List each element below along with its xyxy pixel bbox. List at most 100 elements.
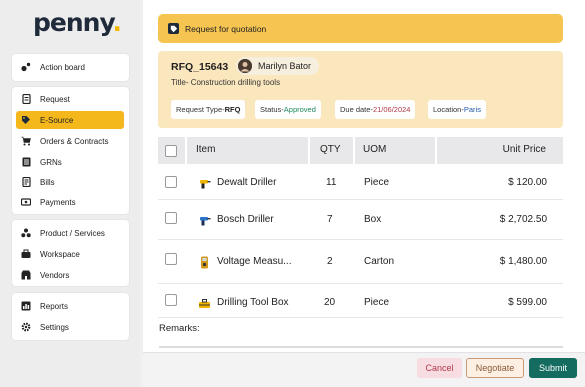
sidebar-item-orders-contracts[interactable]: Orders & Contracts [16,132,124,150]
column-uom[interactable]: UOM [363,144,386,155]
item-uom: Piece [364,177,390,188]
sidebar-item-workspace[interactable]: Workspace [16,245,124,263]
select-all-checkbox[interactable] [165,145,177,157]
cart-icon [21,136,31,146]
tag-due-date: Due date- 21/06/2024 [335,100,416,119]
item-name: Drilling Tool Box [217,297,289,308]
item-name: Dewalt Driller [217,177,277,188]
sidebar-item-label: Reports [40,301,69,311]
column-item[interactable]: Item [196,144,215,155]
sidebar-item-vendors[interactable]: Vendors [16,266,124,284]
requester-pill[interactable]: Marilyn Bator [236,57,320,75]
item-price: $ 599.00 [508,297,547,308]
sidebar-item-label: Bills [40,177,55,187]
tag-label: Request Type- [176,105,225,114]
sidebar-item-label: Orders & Contracts [40,136,109,146]
sidebar-item-grns[interactable]: GRNs [16,153,124,171]
page-header: Request for quotation [158,14,563,43]
sidebar-item-bills[interactable]: Bills [16,173,124,191]
column-unit-price[interactable]: Unit Price [503,144,546,155]
rfq-summary-card: RFQ_15643 Marilyn Bator Title- Construct… [158,51,563,128]
document-icon [21,94,31,104]
tag-icon [21,115,31,125]
sidebar-item-reports[interactable]: Reports [16,297,124,315]
drill-icon [198,214,211,227]
tag-label: Due date- [340,105,373,114]
row-checkbox[interactable] [165,253,177,265]
table-header: Item QTY UOM Unit Price [158,137,563,164]
sidebar-item-label: Vendors [40,270,70,280]
sidebar-card-manage: Product / Services Workspace Vendors [12,220,129,286]
item-price: $ 2,702.50 [499,214,547,225]
page-title: Request for quotation [185,23,267,34]
avatar [238,59,252,73]
column-qty[interactable]: QTY [320,144,341,155]
sidebar-card-procure: Request E-Source Orders & Contracts GRNs… [12,87,129,214]
row-checkbox[interactable] [165,212,177,224]
sidebar-item-request[interactable]: Request [16,90,124,108]
tag-value: Paris [463,105,481,114]
negotiate-button[interactable]: Negotiate [466,358,524,378]
toolbox-icon [198,297,211,310]
tag-location: Location- Paris [428,100,486,119]
main-panel: Request for quotation RFQ_15643 Marilyn … [143,0,585,387]
drill-icon [198,177,211,190]
requester-name: Marilyn Bator [258,61,312,71]
sidebar-item-label: E-Source [40,115,74,125]
item-uom: Box [364,214,382,225]
tag-value: Approved [283,105,316,114]
sidebar-item-settings[interactable]: Settings [16,318,124,336]
item-price: $ 120.00 [508,177,547,188]
item-qty: 20 [324,297,336,308]
tag-value: RFQ [224,105,241,114]
sidebar-item-label: Workspace [40,249,80,259]
cancel-button[interactable]: Cancel [417,358,462,378]
sidebar-item-label: GRNs [40,157,62,167]
penny-logo: penny. [33,8,122,37]
item-name: Voltage Measu... [217,256,292,267]
row-checkbox[interactable] [165,176,177,188]
item-uom: Carton [364,256,395,267]
action-board-icon [21,62,31,72]
sidebar: penny. Action board Request E-Source Ord… [0,0,140,387]
tag-status: Status- Approved [255,100,321,119]
meter-icon [198,256,211,269]
list-icon [21,157,31,167]
sidebar-item-label: Request [40,94,70,104]
submit-button[interactable]: Submit [529,358,577,378]
row-divider [158,199,563,200]
vendors-icon [21,270,31,280]
rfq-title: Title- Construction drilling tools [171,78,281,87]
sidebar-item-label: Product / Services [40,228,105,238]
sidebar-card-system: Reports Settings [12,293,129,340]
item-qty: 2 [327,256,333,267]
boxes-icon [21,228,31,238]
action-footer: Cancel Negotiate Submit [143,352,585,387]
sidebar-item-e-source[interactable]: E-Source [16,111,124,129]
row-divider [158,283,563,284]
row-divider [158,317,563,318]
item-qty: 7 [327,214,333,225]
sidebar-item-label: Action board [40,62,85,72]
column-divider [308,137,310,164]
sidebar-item-payments[interactable]: Payments [16,193,124,211]
item-uom: Piece [364,297,390,308]
remarks-label: Remarks: [159,323,200,334]
tag-icon [168,23,179,34]
item-price: $ 1,480.00 [499,256,547,267]
sidebar-item-action-board[interactable]: Action board [16,58,124,76]
workspace-icon [21,249,31,259]
bill-icon [21,177,31,187]
row-divider [158,239,563,240]
sidebar-item-product-services[interactable]: Product / Services [16,224,124,242]
column-divider [353,137,355,164]
sidebar-item-label: Settings [40,322,69,332]
row-checkbox[interactable] [165,294,177,306]
tag-value: 21/06/2024 [372,105,411,114]
tag-request-type: Request Type- RFQ [171,100,246,119]
item-qty: 11 [326,177,337,188]
tag-label: Location- [433,105,464,114]
column-divider [185,137,187,164]
item-name: Bosch Driller [217,214,274,225]
gear-icon [21,322,31,332]
